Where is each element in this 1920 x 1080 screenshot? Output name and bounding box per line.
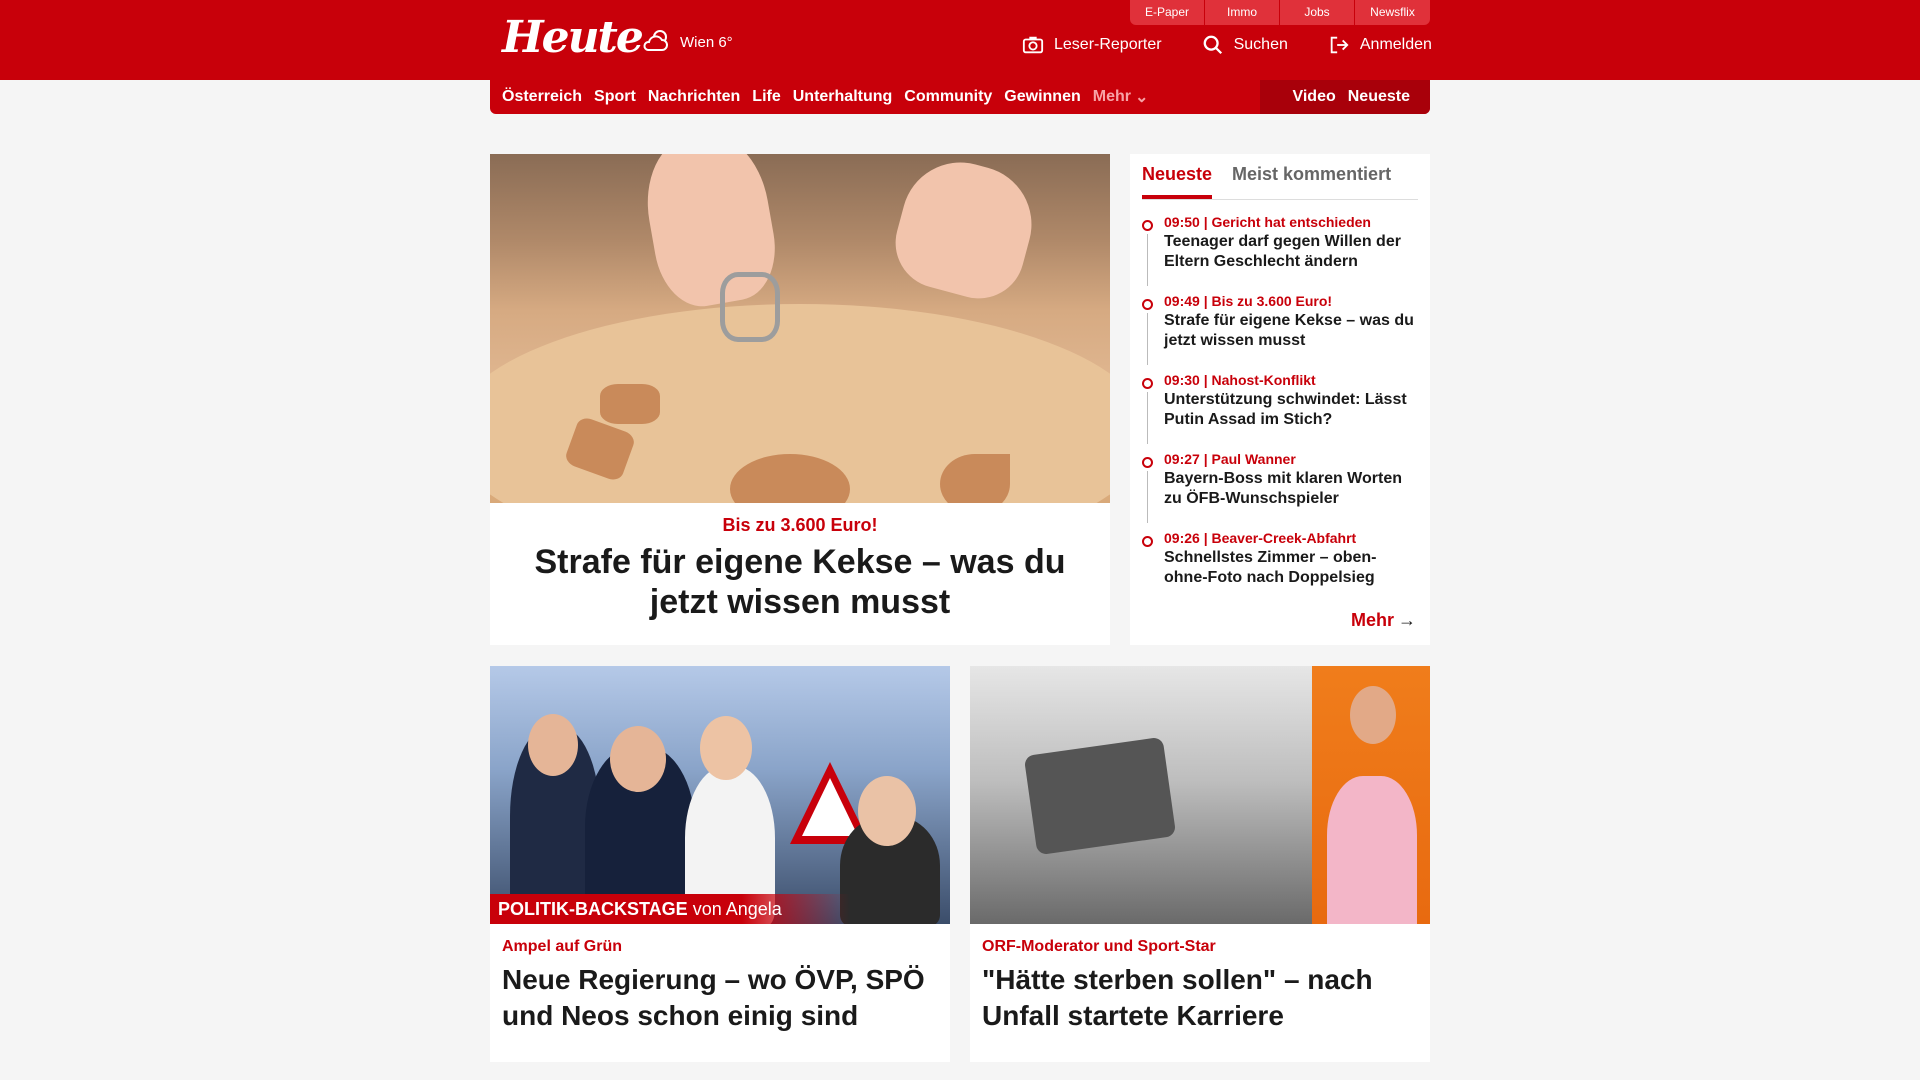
list-item[interactable]: 09:30 | Nahost-Konflikt Unterstützung sc…	[1142, 370, 1418, 444]
arrow-right-icon: →	[1398, 610, 1416, 630]
timeline-line	[1147, 313, 1148, 365]
timeline-dot-icon	[1142, 536, 1153, 547]
news-kicker: 09:26 | Beaver-Creek-Abfahrt	[1164, 530, 1357, 546]
newsflix-link[interactable]: Newsflix	[1355, 0, 1430, 25]
news-sidebar: Neueste Meist kommentiert 09:50 | Gerich…	[1130, 154, 1430, 645]
article-card-politik[interactable]: POLITIK-BACKSTAGE von Angela Sellner Amp…	[490, 666, 950, 1062]
list-item[interactable]: 09:26 | Beaver-Creek-Abfahrt Schnellstes…	[1142, 528, 1418, 588]
person-face	[610, 726, 666, 792]
list-item[interactable]: 09:49 | Bis zu 3.600 Euro! Strafe für ei…	[1142, 291, 1418, 365]
epaper-link[interactable]: E-Paper	[1130, 0, 1205, 25]
nav-item-community[interactable]: Community	[904, 88, 992, 106]
nav-item-life[interactable]: Life	[752, 88, 780, 106]
login-label: Anmelden	[1359, 36, 1432, 53]
tab-neueste[interactable]: Neueste	[1142, 154, 1213, 199]
hero-kicker: Bis zu 3.600 Euro!	[722, 515, 878, 535]
moon-cutout	[940, 454, 1010, 503]
news-title[interactable]: Unterstützung schwindet: Lässt Putin Ass…	[1164, 390, 1418, 430]
cloud-sun-icon	[643, 30, 668, 51]
tab-meist-kommentiert[interactable]: Meist kommentiert	[1232, 154, 1391, 199]
news-title[interactable]: Bayern-Boss mit klaren Worten zu ÖFB-Wun…	[1164, 469, 1418, 509]
card-kicker: ORF-Moderator und Sport-Star	[982, 938, 1216, 955]
news-kicker: 09:49 | Bis zu 3.600 Euro!	[1164, 293, 1333, 309]
news-list: 09:50 | Gericht hat entschieden Teenager…	[1142, 212, 1418, 588]
card-kicker: Ampel auf Grün	[502, 938, 623, 955]
politik-backstage-ribbon: POLITIK-BACKSTAGE von Angela Sellner	[490, 894, 850, 924]
timeline-dot-icon	[1142, 378, 1153, 389]
nav-right-group: Video Neueste	[1260, 80, 1430, 114]
moderator-shirt	[1327, 776, 1417, 924]
person-face	[528, 714, 578, 776]
figure-cutout	[600, 384, 660, 424]
hero-title[interactable]: Strafe für eigene Kekse – was du jetzt w…	[510, 542, 1090, 622]
search-icon	[1203, 35, 1222, 55]
article-card-orf[interactable]: ORF-Moderator und Sport-Star "Hätte ster…	[970, 666, 1430, 1062]
right-hand	[885, 154, 1045, 309]
crashed-van-shape	[1023, 736, 1177, 856]
jobs-link[interactable]: Jobs	[1280, 0, 1355, 25]
news-kicker: 09:30 | Nahost-Konflikt	[1164, 372, 1316, 388]
nav-item-sport[interactable]: Sport	[594, 88, 636, 106]
nav-item-gewinnen[interactable]: Gewinnen	[1004, 88, 1080, 106]
sidebar-more-label: Mehr	[1350, 610, 1394, 630]
nav-item-unterhaltung[interactable]: Unterhaltung	[793, 88, 893, 106]
news-kicker: 09:50 | Gericht hat entschieden	[1164, 214, 1371, 230]
card-title[interactable]: Neue Regierung – wo ÖVP, SPÖ und Neos sc…	[502, 962, 938, 1034]
top-header	[0, 0, 1920, 80]
traffic-sign-inner	[802, 778, 858, 836]
nav-more-label: Mehr	[1092, 88, 1131, 105]
weather-text: Wien 6°	[680, 33, 733, 51]
list-item[interactable]: 09:50 | Gericht hat entschieden Teenager…	[1142, 212, 1418, 286]
timeline-dot-icon	[1142, 299, 1153, 310]
nav-item-neueste[interactable]: Neueste	[1348, 88, 1410, 106]
leser-reporter-label: Leser-Reporter	[1054, 36, 1162, 53]
ribbon-title: POLITIK-BACKSTAGE	[498, 899, 688, 919]
person-face	[858, 776, 916, 846]
heute-logo[interactable]: Heute	[502, 12, 644, 63]
search-label: Suchen	[1233, 36, 1288, 53]
news-title[interactable]: Teenager darf gegen Willen der Eltern Ge…	[1164, 232, 1418, 272]
sidebar-tabs: Neueste Meist kommentiert	[1142, 154, 1418, 200]
news-title[interactable]: Schnellstes Zimmer – oben-ohne-Foto nach…	[1164, 548, 1418, 588]
camera-icon	[1022, 36, 1044, 54]
nav-item-video[interactable]: Video	[1292, 88, 1335, 106]
timeline-dot-icon	[1142, 457, 1153, 468]
timeline-line	[1147, 471, 1148, 523]
login-icon	[1330, 36, 1349, 54]
utility-links: E-Paper Immo Jobs Newsflix	[1130, 0, 1430, 25]
timeline-dot-icon	[1142, 220, 1153, 231]
news-kicker: 09:27 | Paul Wanner	[1164, 451, 1296, 467]
chevron-down-icon: ⌄	[1134, 89, 1149, 106]
login-button[interactable]: Anmelden	[1328, 34, 1432, 56]
news-title[interactable]: Strafe für eigene Kekse – was du jetzt w…	[1164, 311, 1418, 351]
weather-widget[interactable]: Wien 6°	[640, 26, 733, 58]
search-button[interactable]: Suchen	[1202, 34, 1288, 56]
politik-backstage-image[interactable]: POLITIK-BACKSTAGE von Angela Sellner	[490, 666, 950, 924]
person-face	[700, 716, 752, 780]
moderator-face	[1350, 686, 1396, 744]
card-title[interactable]: "Hätte sterben sollen" – nach Unfall sta…	[982, 962, 1418, 1034]
nav-item-nachrichten[interactable]: Nachrichten	[648, 88, 740, 106]
header-actions: Leser-Reporter Suchen Anmelden	[1022, 34, 1432, 56]
nav-item-oesterreich[interactable]: Österreich	[502, 88, 582, 106]
crash-moderator-image[interactable]	[970, 666, 1430, 924]
timeline-line	[1147, 234, 1148, 286]
leser-reporter-button[interactable]: Leser-Reporter	[1022, 34, 1162, 56]
timeline-line	[1147, 392, 1148, 444]
nav-more-dropdown[interactable]: Mehr ⌄	[1093, 87, 1149, 107]
hero-image-cookie-dough[interactable]	[490, 154, 1110, 503]
list-item[interactable]: 09:27 | Paul Wanner Bayern-Boss mit klar…	[1142, 449, 1418, 523]
main-navigation: Österreich Sport Nachrichten Life Unterh…	[490, 80, 1430, 114]
sidebar-more-link[interactable]: Mehr →	[1351, 610, 1416, 631]
hero-article[interactable]: Bis zu 3.600 Euro! Strafe für eigene Kek…	[490, 154, 1110, 645]
immo-link[interactable]: Immo	[1205, 0, 1280, 25]
cookie-cutter	[720, 272, 780, 342]
